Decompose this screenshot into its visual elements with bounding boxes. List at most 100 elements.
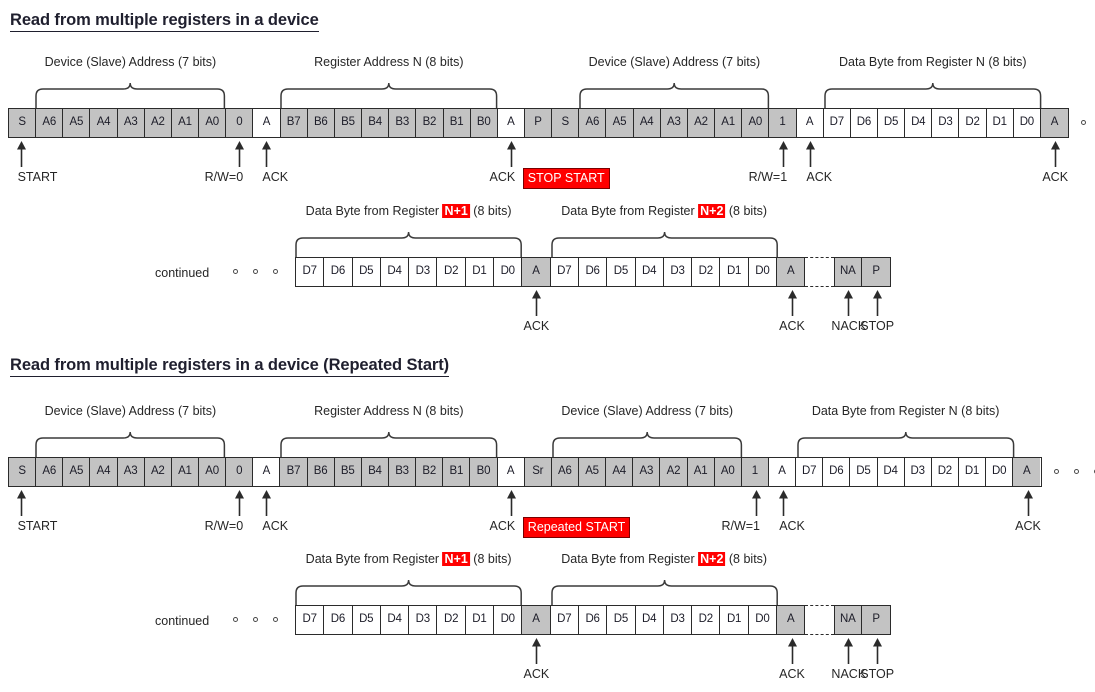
brace-label-suffix: (8 bits) <box>469 204 512 218</box>
bit-cell: A1 <box>171 109 200 137</box>
bit-cell: D7 <box>296 258 325 286</box>
bit-cell: A3 <box>117 458 145 486</box>
bit-cell: B3 <box>389 109 417 137</box>
continued-label: continued <box>155 614 210 628</box>
bit-cell <box>805 256 834 288</box>
group-brace-label: Data Byte from Register N (8 bits) <box>811 404 1000 418</box>
callout-label: ACK <box>1042 170 1069 184</box>
bit-cell: D7 <box>550 606 579 634</box>
bit-cell: A3 <box>660 109 688 137</box>
bit-cell: NA <box>833 258 862 286</box>
bit-cell: D1 <box>720 258 749 286</box>
highlight-box: Repeated START <box>522 517 631 538</box>
callout-label: ACK <box>489 170 516 184</box>
bit-cell: D4 <box>877 458 905 486</box>
group-brace <box>552 429 743 457</box>
bit-cell: D0 <box>986 458 1014 486</box>
bit-cell: P <box>524 109 553 137</box>
bit-cell: D3 <box>409 606 438 634</box>
bit-cell: A3 <box>633 458 661 486</box>
callout-arrow <box>531 290 542 316</box>
group-brace <box>35 80 226 108</box>
brace-label-prefix: Data Byte from Register <box>561 204 699 218</box>
bit-cell: A <box>1040 109 1069 137</box>
bit-cell: D5 <box>352 606 381 634</box>
bit-cell: B2 <box>416 109 444 137</box>
ellipsis-dot <box>1073 469 1079 474</box>
highlight-box: STOP START <box>522 168 610 189</box>
bit-cell: B0 <box>470 458 498 486</box>
callout-label: ACK <box>779 319 805 333</box>
callout-label: R/W=0 <box>204 170 244 184</box>
callout-arrow <box>261 141 272 167</box>
callout-label: R/W=1 <box>721 519 760 533</box>
callout-label: ACK <box>262 170 289 184</box>
group-brace <box>280 80 498 108</box>
bit-cell: A0 <box>742 109 770 137</box>
bit-cell: D0 <box>1013 109 1041 137</box>
callout-label: R/W=0 <box>204 519 244 533</box>
group-brace <box>550 229 778 257</box>
bit-cell: A <box>253 458 281 486</box>
bit-cell: Sr <box>524 458 552 486</box>
bit-cell: D3 <box>663 258 693 286</box>
bit-cell: S <box>9 458 37 486</box>
bit-cell: D1 <box>720 606 749 634</box>
callout-arrow <box>1023 490 1034 516</box>
bit-cell: 0 <box>226 109 254 137</box>
bit-cell: B1 <box>443 109 471 137</box>
bit-cell: A <box>768 458 797 486</box>
register-offset-highlight: N+1 <box>442 552 470 566</box>
bit-cell: D6 <box>578 606 608 634</box>
bit-cell: D4 <box>635 606 664 634</box>
group-brace <box>579 80 770 108</box>
callout-arrow <box>787 638 798 664</box>
group-brace-label: Device (Slave) Address (7 bits) <box>44 404 217 418</box>
bit-cell: D6 <box>823 458 851 486</box>
bit-cell: A <box>253 109 281 137</box>
group-brace <box>797 429 1015 457</box>
bit-cell: B6 <box>307 458 335 486</box>
bit-cell: D4 <box>905 109 933 137</box>
callout-label: R/W=1 <box>748 170 788 184</box>
callout-arrow <box>261 490 272 516</box>
bit-cell: D3 <box>904 458 932 486</box>
bit-cell: A1 <box>171 458 199 486</box>
bit-cell: 1 <box>769 109 797 137</box>
bit-cell: A2 <box>144 109 172 137</box>
group-brace-label: Data Byte from Register N+2 (8 bits) <box>561 204 767 219</box>
callout-arrow <box>506 490 517 516</box>
bit-cell: D7 <box>296 606 325 634</box>
bit-cell: D4 <box>380 258 410 286</box>
callout-arrow <box>787 290 798 316</box>
bit-sequence-bar: S A6 A5 A4 A3 A2 A1 A0 0 A B7 B6 B5 B4 B3 B2 B1 B0 A Sr A6 A5… <box>8 457 1042 487</box>
bit-cell: D3 <box>409 258 438 286</box>
callout-label: START <box>17 170 58 184</box>
bit-cell: A <box>522 258 551 286</box>
bit-cell: A1 <box>715 109 743 137</box>
bit-cell: D2 <box>931 458 959 486</box>
bit-cell: B4 <box>362 109 390 137</box>
bit-cell: A1 <box>687 458 715 486</box>
bit-cell: A <box>497 109 525 137</box>
bit-cell: D5 <box>352 258 381 286</box>
bit-cell: A <box>522 606 551 634</box>
bit-cell: A5 <box>63 109 91 137</box>
group-brace-label: Data Byte from Register N (8 bits) <box>839 55 1027 69</box>
bit-cell: NA <box>833 606 862 634</box>
ellipsis-dot <box>1053 469 1059 474</box>
group-brace-label: Device (Slave) Address (7 bits) <box>588 55 761 69</box>
ellipsis-dot <box>1080 120 1086 125</box>
bit-cell: B1 <box>443 458 471 486</box>
bit-cell: D5 <box>850 458 878 486</box>
bit-cell: D0 <box>748 258 778 286</box>
bit-cell: A <box>796 109 824 137</box>
bit-cell: D7 <box>796 458 824 486</box>
bit-cell: A6 <box>36 109 64 137</box>
callout-arrow <box>234 490 245 516</box>
bit-cell: D2 <box>437 606 466 634</box>
group-brace <box>280 429 498 457</box>
bit-cell: D2 <box>437 258 466 286</box>
bit-cell: D1 <box>986 109 1014 137</box>
callout-arrow <box>234 141 245 167</box>
